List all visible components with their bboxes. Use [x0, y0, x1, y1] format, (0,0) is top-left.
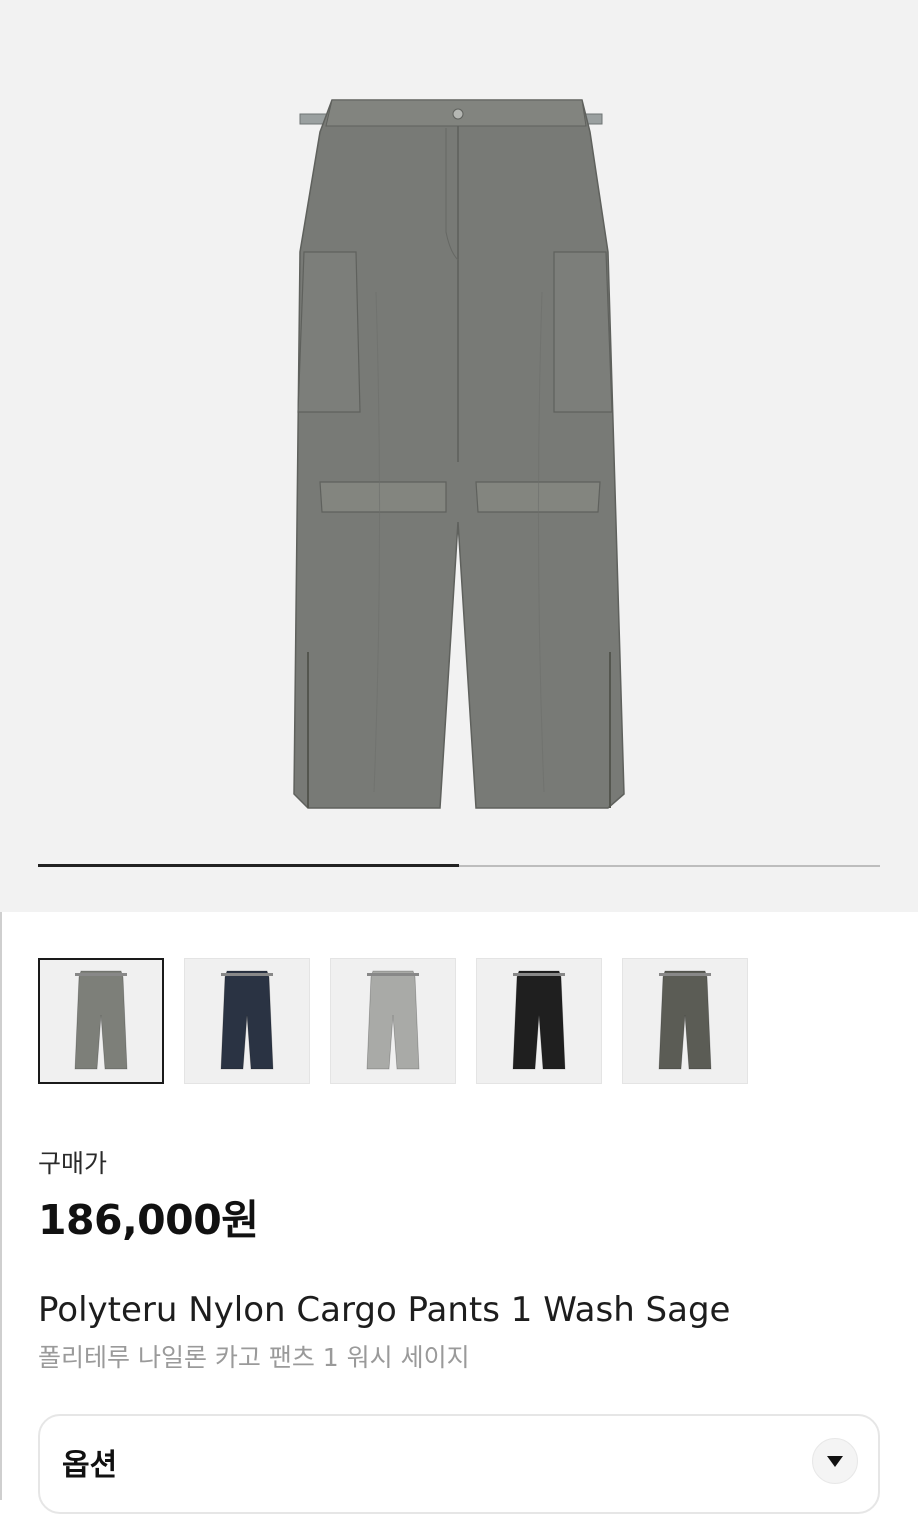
product-title-ko: 폴리테루 나일론 카고 팬츠 1 워시 세이지: [38, 1343, 470, 1372]
thumbnail-sage[interactable]: [38, 958, 164, 1084]
thumbnail-pants-image: [366, 970, 420, 1070]
thumbnail-navy[interactable]: [184, 958, 310, 1084]
thumbnail-pants-image: [658, 970, 712, 1070]
price-label: 구매가: [38, 1149, 108, 1178]
thumbnail-black[interactable]: [476, 958, 602, 1084]
product-price: 186,000원: [38, 1196, 259, 1244]
thumbnail-light-grey[interactable]: [330, 958, 456, 1084]
chevron-down-icon[interactable]: [812, 1438, 858, 1484]
gallery-progress-fill: [38, 864, 459, 867]
product-title-en: Polyteru Nylon Cargo Pants 1 Wash Sage: [38, 1290, 731, 1330]
gallery-progress-bar: [38, 864, 880, 867]
product-image-gallery[interactable]: [0, 0, 918, 912]
product-main-image[interactable]: [286, 92, 632, 822]
thumbnail-pants-image: [220, 970, 274, 1070]
option-label: 옵션: [62, 1448, 118, 1483]
thumbnail-olive[interactable]: [622, 958, 748, 1084]
thumbnail-pants-image: [74, 970, 128, 1070]
thumbnail-pants-image: [512, 970, 566, 1070]
option-select[interactable]: 옵션: [38, 1414, 880, 1514]
